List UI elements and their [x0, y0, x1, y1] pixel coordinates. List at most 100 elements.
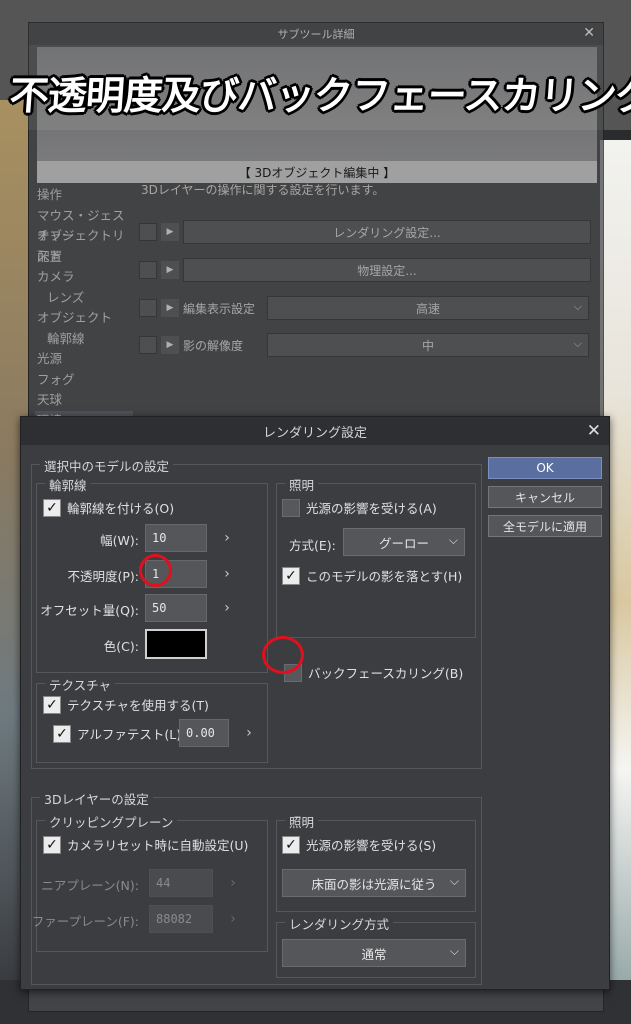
category-item[interactable]: フォグ	[35, 370, 135, 391]
rendering-settings-dialog: レンダリング設定 ✕ OK キャンセル 全モデルに適用 選択中のモデルの設定 輪…	[20, 416, 610, 990]
outline-offset-label: オフセット量(Q):	[40, 603, 139, 618]
dialog-body: OK キャンセル 全モデルに適用 選択中のモデルの設定 輪郭線 ✓ 輪郭線を付け…	[21, 445, 609, 989]
expand-arrow-icon[interactable]: ▶	[161, 299, 179, 317]
outline-offset-input[interactable]: 50	[145, 594, 207, 622]
layer-receive-light-checkbox[interactable]: ✓	[282, 835, 300, 854]
cast-shadow-checkbox[interactable]: ✓	[282, 566, 300, 585]
shading-method-value: グーロー	[378, 535, 429, 551]
rendering-settings-row: ▶ レンダリング設定...	[139, 219, 591, 245]
category-item[interactable]: マウス・ジェスチャー	[35, 206, 135, 243]
opacity-highlight-circle	[139, 554, 172, 587]
floor-shadow-select[interactable]: 床面の影は光源に従う ⌵	[282, 869, 466, 897]
chevron-right-icon[interactable]: ›	[225, 874, 241, 892]
auto-clipping-row[interactable]: ✓ カメラリセット時に自動設定(U)	[43, 835, 248, 854]
apply-all-models-button[interactable]: 全モデルに適用	[488, 515, 602, 537]
outline-legend: 輪郭線	[45, 475, 91, 494]
expand-arrow-icon[interactable]: ▶	[161, 223, 179, 241]
category-item[interactable]: 輪郭線	[35, 329, 135, 350]
ok-button[interactable]: OK	[488, 457, 602, 479]
shadow-resolution-value: 中	[421, 338, 434, 353]
auto-clipping-label: カメラリセット時に自動設定(U)	[67, 838, 249, 853]
far-plane-input[interactable]: 88082	[149, 905, 213, 933]
outline-color-swatch[interactable]	[145, 629, 207, 659]
toggle-checkbox[interactable]	[139, 336, 157, 354]
close-icon[interactable]: ✕	[587, 421, 601, 441]
physics-settings-row: ▶ 物理設定...	[139, 257, 591, 283]
chevron-right-icon[interactable]: ›	[219, 565, 235, 583]
chevron-down-icon: ⌵	[449, 944, 459, 958]
expand-arrow-icon[interactable]: ▶	[161, 336, 179, 354]
rendering-method-group: レンダリング方式 通常 ⌵	[276, 914, 476, 978]
alpha-test-checkbox[interactable]: ✓	[53, 724, 71, 743]
outline-enable-checkbox[interactable]: ✓	[43, 498, 61, 517]
cast-shadow-label: このモデルの影を落とす(H)	[306, 569, 463, 584]
category-item[interactable]: 配置	[35, 247, 135, 268]
dialog-titlebar[interactable]: レンダリング設定 ✕	[21, 417, 609, 445]
auto-clipping-checkbox[interactable]: ✓	[43, 835, 61, 854]
category-description: 3Dレイヤーの操作に関する設定を行います。	[141, 183, 385, 197]
close-icon[interactable]: ✕	[583, 25, 595, 41]
toggle-checkbox[interactable]	[139, 223, 157, 241]
category-item[interactable]: カメラ	[35, 267, 135, 288]
rendering-method-value: 通常	[361, 946, 387, 962]
use-texture-checkbox[interactable]: ✓	[43, 695, 61, 714]
shading-method-label: 方式(E):	[289, 538, 336, 553]
use-texture-row[interactable]: ✓ テクスチャを使用する(T)	[43, 695, 209, 714]
shading-method-select[interactable]: グーロー ⌵	[343, 528, 465, 556]
backface-culling-label: バックフェースカリング(B)	[308, 666, 464, 681]
toggle-checkbox[interactable]	[139, 299, 157, 317]
texture-legend: テクスチャ	[45, 675, 116, 694]
category-item[interactable]: 光源	[35, 349, 135, 370]
use-texture-label: テクスチャを使用する(T)	[67, 698, 209, 713]
chevron-down-icon: ⌵	[573, 300, 582, 313]
near-plane-input[interactable]: 44	[149, 869, 213, 897]
chevron-down-icon: ⌵	[573, 337, 582, 350]
outline-opacity-label: 不透明度(P):	[67, 569, 139, 584]
near-plane-label: ニアプレーン(N):	[41, 878, 139, 893]
expand-arrow-icon[interactable]: ▶	[161, 261, 179, 279]
layer-lighting-legend: 照明	[285, 812, 319, 831]
edit-display-label: 編集表示設定	[183, 301, 256, 316]
category-item[interactable]: レンズ	[35, 288, 135, 309]
chevron-right-icon[interactable]: ›	[225, 910, 241, 928]
alpha-test-label: アルファテスト(L)	[77, 727, 182, 742]
toggle-checkbox[interactable]	[139, 261, 157, 279]
model-receive-light-row[interactable]: 光源の影響を受ける(A)	[282, 498, 437, 517]
model-settings-legend: 選択中のモデルの設定	[40, 456, 174, 475]
layer-receive-light-row[interactable]: ✓ 光源の影響を受ける(S)	[282, 835, 436, 854]
model-receive-light-checkbox[interactable]	[282, 498, 300, 517]
chevron-right-icon[interactable]: ›	[241, 724, 257, 742]
cast-shadow-row[interactable]: ✓ このモデルの影を落とす(H)	[282, 566, 462, 585]
chevron-right-icon[interactable]: ›	[219, 599, 235, 617]
preview-label: 【 3Dオブジェクト編集中 】	[37, 161, 597, 183]
chevron-right-icon[interactable]: ›	[219, 529, 235, 547]
physics-settings-button[interactable]: 物理設定...	[183, 258, 591, 282]
outline-width-input[interactable]: 10	[145, 524, 207, 552]
category-item[interactable]: 操作	[35, 185, 135, 206]
rendering-settings-button[interactable]: レンダリング設定...	[183, 220, 591, 244]
rendering-method-select[interactable]: 通常 ⌵	[282, 939, 466, 967]
shadow-resolution-row: ▶ 影の解像度 中 ⌵	[139, 332, 589, 358]
category-item[interactable]: オブジェクト	[35, 308, 135, 329]
layer-settings-group: 3Dレイヤーの設定 クリッピングプレーン ✓ カメラリセット時に自動設定(U) …	[31, 789, 482, 985]
outline-color-label: 色(C):	[103, 639, 139, 654]
edit-display-select[interactable]: 高速 ⌵	[267, 296, 589, 320]
layer-receive-light-label: 光源の影響を受ける(S)	[306, 838, 437, 853]
category-item[interactable]: 天球	[35, 390, 135, 411]
outline-enable-row[interactable]: ✓ 輪郭線を付ける(O)	[43, 498, 174, 517]
cancel-button[interactable]: キャンセル	[488, 486, 602, 508]
clipping-plane-group: クリッピングプレーン ✓ カメラリセット時に自動設定(U) ニアプレーン(N):…	[32, 812, 268, 952]
chevron-down-icon: ⌵	[448, 533, 458, 547]
alpha-test-row[interactable]: ✓ アルファテスト(L)	[53, 724, 181, 743]
layer-lighting-group: 照明 ✓ 光源の影響を受ける(S) 床面の影は光源に従う ⌵	[276, 812, 476, 912]
outline-width-label: 幅(W):	[100, 533, 139, 548]
shadow-resolution-select[interactable]: 中 ⌵	[267, 333, 589, 357]
alpha-test-input[interactable]: 0.00	[179, 719, 229, 747]
backface-culling-row[interactable]: バックフェースカリング(B)	[284, 663, 463, 682]
model-lighting-legend: 照明	[285, 475, 319, 494]
sub-tool-title: サブツール詳細	[277, 28, 355, 41]
sub-tool-titlebar[interactable]: サブツール詳細 ✕	[29, 23, 603, 45]
chevron-down-icon: ⌵	[449, 874, 459, 888]
category-item[interactable]: オブジェクトリスト	[35, 226, 135, 263]
clipping-plane-legend: クリッピングプレーン	[45, 812, 178, 831]
